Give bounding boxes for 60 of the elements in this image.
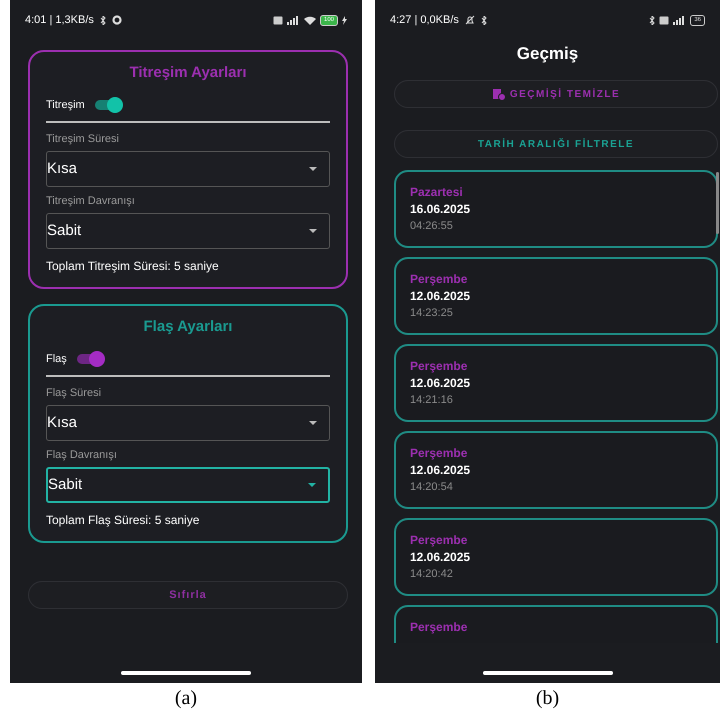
field-label: Titreşim Süresi <box>46 132 120 147</box>
date-text: 12.06.2025 <box>410 288 472 305</box>
muted-bell-icon <box>464 15 475 25</box>
dropdown-field[interactable]: Kısa <box>46 151 330 187</box>
figure-caption: (a) <box>174 686 198 711</box>
date-text: 16.06.2025 <box>410 201 472 218</box>
time-text: 14:21:16 <box>410 393 454 408</box>
day-text: Perşembe <box>410 271 468 288</box>
day-text: Perşembe <box>410 445 468 462</box>
status-time: 4:27 | 0,0KB/s <box>390 12 459 28</box>
history-card[interactable]: Perşembe 12.06.2025 14:23:25 <box>394 257 718 335</box>
scrollbar-thumb[interactable] <box>716 172 719 234</box>
figure-caption: (b) <box>536 686 560 711</box>
dropdown-caret-icon <box>308 483 316 487</box>
time-text: 04:26:55 <box>410 219 454 234</box>
toggle-switch[interactable] <box>94 97 123 113</box>
bluetooth-icon <box>649 16 656 24</box>
home-indicator[interactable] <box>121 671 251 675</box>
time-text: 14:23:25 <box>410 306 454 321</box>
status-time: 4:01 | 1,3KB/s <box>25 12 94 28</box>
bluetooth-icon <box>100 16 106 24</box>
bluetooth-icon <box>480 16 487 24</box>
dropdown-caret-icon <box>309 229 317 233</box>
total-duration-text: Toplam Flaş Süresi: 5 saniye <box>46 512 200 529</box>
field-label: Flaş Süresi <box>46 386 102 401</box>
dropdown-field[interactable]: Kısa <box>46 405 330 441</box>
signal-icon <box>673 16 686 24</box>
charging-icon <box>342 16 347 24</box>
field-label: Titreşim Davranışı <box>46 194 136 209</box>
field-label: Flaş Davranışı <box>46 448 118 463</box>
date-text: 12.06.2025 <box>410 462 472 479</box>
signal-icon <box>286 16 300 24</box>
sim-card-icon <box>272 16 283 24</box>
day-text: Pazartesi <box>410 184 464 201</box>
section-title: Flaş Ayarları <box>142 317 234 337</box>
total-duration-text: Toplam Titreşim Süresi: 5 saniye <box>46 258 220 275</box>
toggle-switch[interactable] <box>76 351 105 367</box>
day-text: Perşembe <box>410 619 468 636</box>
date-text: 12.06.2025 <box>410 375 472 392</box>
wifi-icon <box>304 16 316 24</box>
dropdown-field[interactable]: Sabit <box>46 213 330 249</box>
history-card[interactable]: Perşembe 12.06.2025 14:21:16 <box>394 344 718 422</box>
date-filter-button[interactable]: TARİH ARALIĞI FİLTRELE <box>394 130 718 158</box>
dropdown-caret-icon <box>309 167 317 171</box>
screen-title: Geçmiş <box>516 43 580 65</box>
home-indicator[interactable] <box>482 671 612 675</box>
history-card[interactable]: Perşembe 12.06.2025 14:20:54 <box>394 431 718 509</box>
toggle-label: Flaş <box>46 352 67 367</box>
day-text: Perşembe <box>410 532 468 549</box>
dropdown-caret-icon <box>309 421 317 425</box>
time-text: 14:20:42 <box>410 567 454 582</box>
toggle-label: Titreşim <box>46 98 85 113</box>
dropdown-field[interactable]: Sabit <box>46 467 330 503</box>
history-card[interactable]: Perşembe 12.06.2025 14:20:42 <box>394 518 718 596</box>
sim-card-icon <box>659 16 670 24</box>
history-card[interactable]: Pazartesi 16.06.2025 04:26:55 <box>394 170 718 248</box>
day-text: Perşembe <box>410 358 468 375</box>
time-text: 14:20:54 <box>410 480 454 495</box>
section-title: Titreşim Ayarları <box>128 63 248 83</box>
date-text: 12.06.2025 <box>410 549 472 566</box>
